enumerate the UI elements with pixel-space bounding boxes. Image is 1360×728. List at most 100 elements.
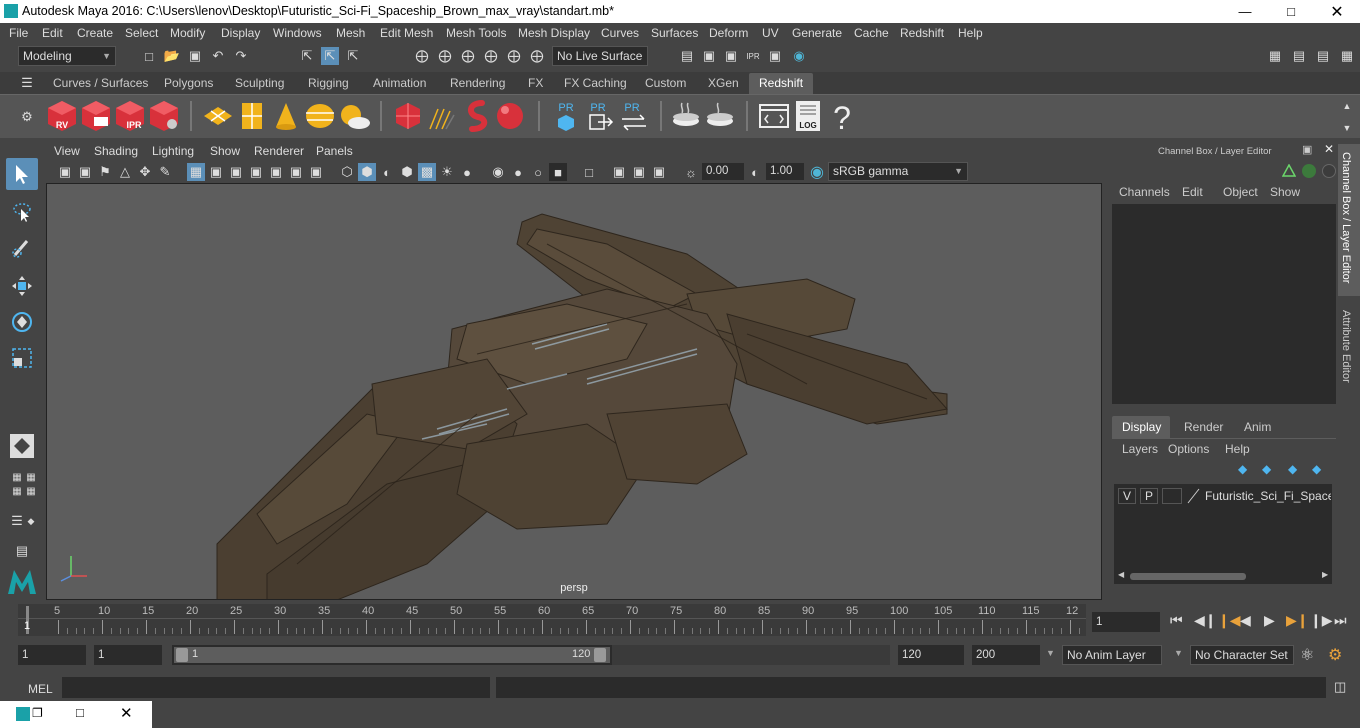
redshift-volume-icon[interactable] <box>460 99 492 133</box>
smooth-shade-icon[interactable]: ⬢ <box>358 163 376 181</box>
menu-deform[interactable]: Deform <box>709 26 748 40</box>
tab-anim[interactable]: Anim <box>1244 420 1271 434</box>
playback-end-field[interactable]: 120 <box>898 645 964 665</box>
tab-redshift[interactable]: Redshift <box>749 73 814 94</box>
float-panel-icon[interactable]: ▣ <box>1302 143 1312 156</box>
range-slider-fill[interactable] <box>174 647 610 663</box>
anim-layer-selector[interactable]: No Anim Layer <box>1062 645 1162 665</box>
move-tool-icon[interactable] <box>6 270 38 302</box>
panel-menu-panels[interactable]: Panels <box>316 144 353 158</box>
range-end-handle[interactable] <box>594 648 606 662</box>
menu-create[interactable]: Create <box>77 26 113 40</box>
safe-action-icon[interactable]: ▣ <box>287 163 305 181</box>
panel-menu-lighting[interactable]: Lighting <box>152 144 194 158</box>
redshift-ies-light-icon[interactable] <box>270 99 302 133</box>
default-material-icon[interactable]: ⬢ <box>398 163 416 181</box>
scroll-right-icon[interactable]: ▶ <box>1322 570 1328 579</box>
layout-collapse-icon[interactable]: ▤ <box>8 542 36 560</box>
select-tool-icon[interactable] <box>6 158 38 190</box>
maya-home-logo-icon[interactable] <box>6 568 38 596</box>
gamma-icon[interactable]: ◐ <box>746 163 764 181</box>
field-chart-icon[interactable]: ▣ <box>267 163 285 181</box>
wireframe-on-shaded-icon[interactable]: ◐ <box>378 163 396 181</box>
tab-animation[interactable]: Animation <box>373 76 426 90</box>
layer-visibility-toggle[interactable]: V <box>1118 488 1136 504</box>
film-gate-icon[interactable]: ▣ <box>207 163 225 181</box>
anti-aliasing-icon[interactable]: ○ <box>529 163 547 181</box>
mode-selector[interactable]: Modeling ▼ <box>18 46 116 66</box>
render-frame-icon[interactable]: ▣ <box>700 47 718 65</box>
channels-object-menu[interactable]: Object <box>1223 185 1258 199</box>
maximize-button[interactable]: □ <box>1268 0 1314 23</box>
camera-icon[interactable]: ▣ <box>56 163 74 181</box>
redshift-batch-render-icon[interactable] <box>80 99 112 133</box>
tab-curves-surfaces[interactable]: Curves / Surfaces <box>53 76 148 90</box>
ipr-render-icon[interactable]: IPR <box>744 47 762 65</box>
xray-joints-icon[interactable]: ▣ <box>650 163 668 181</box>
menu-mesh[interactable]: Mesh <box>336 26 365 40</box>
panel-menu-renderer[interactable]: Renderer <box>254 144 304 158</box>
gamma-field[interactable]: 1.00 <box>766 163 804 180</box>
redshift-portal-light-icon[interactable] <box>236 99 268 133</box>
menu-edit-mesh[interactable]: Edit Mesh <box>380 26 433 40</box>
side-tab-attribute-editor[interactable]: Attribute Editor <box>1340 310 1352 383</box>
menu-windows[interactable]: Windows <box>273 26 322 40</box>
snap-center-icon[interactable]: ⨁ <box>528 47 546 65</box>
tab-render[interactable]: Render <box>1184 420 1223 434</box>
channels-menu[interactable]: Channels <box>1119 185 1170 199</box>
new-layer-icon[interactable]: ◆ <box>1288 462 1297 476</box>
tab-display[interactable]: Display <box>1112 416 1170 438</box>
snap-surface-icon[interactable]: ⨁ <box>505 47 523 65</box>
depth-of-field-icon[interactable]: ■ <box>549 163 567 181</box>
layer-row[interactable]: V P Futuristic_Sci_Fi_Spaceship <box>1118 488 1332 506</box>
close-icon[interactable]: ✕ <box>120 704 133 722</box>
menu-display[interactable]: Display <box>221 26 260 40</box>
layer-help-menu[interactable]: Help <box>1225 442 1250 456</box>
toggle-sidebar-icon[interactable]: ▤ <box>1290 47 1308 65</box>
open-scene-icon[interactable]: 📂 <box>163 47 181 65</box>
show-manipulator-icon[interactable] <box>6 430 38 462</box>
close-panel-icon[interactable]: ✕ <box>1324 142 1334 156</box>
layer-options-menu[interactable]: Options <box>1168 442 1209 456</box>
resolution-gate-icon[interactable]: ▣ <box>227 163 245 181</box>
menu-surfaces[interactable]: Surfaces <box>651 26 698 40</box>
shelf-menu-icon[interactable]: ☰ <box>18 74 36 92</box>
layout-toggle-icon[interactable]: ◆ <box>22 508 40 534</box>
character-set-selector[interactable]: No Character Set <box>1190 645 1294 665</box>
new-layer-selected-icon[interactable]: ◆ <box>1312 462 1321 476</box>
redshift-material-icon[interactable] <box>670 99 702 133</box>
history-icon[interactable]: ▤ <box>678 47 696 65</box>
move-layer-down-icon[interactable]: ◆ <box>1262 462 1271 476</box>
animation-start-field[interactable]: 1 <box>18 645 86 665</box>
outliner-layout-icon[interactable]: ▦ <box>22 482 40 500</box>
save-scene-icon[interactable]: ▣ <box>186 47 204 65</box>
menu-help[interactable]: Help <box>958 26 983 40</box>
redshift-render-view-icon[interactable]: RV <box>46 99 78 133</box>
shadows-icon[interactable]: ● <box>458 163 476 181</box>
redshift-render-options-icon[interactable] <box>148 99 180 133</box>
redshift-script-editor-icon[interactable] <box>758 99 790 133</box>
maya-window-icon[interactable] <box>16 707 30 721</box>
menu-generate[interactable]: Generate <box>792 26 842 40</box>
xray-icon[interactable]: ▣ <box>610 163 628 181</box>
lasso-tool-icon[interactable] <box>6 196 38 228</box>
exposure-icon[interactable]: ☼ <box>682 163 700 181</box>
hypershade-icon[interactable]: ◉ <box>790 47 808 65</box>
step-forward-frame-icon[interactable]: ❙▶ <box>1310 612 1333 629</box>
image-plane-icon[interactable]: △ <box>116 163 134 181</box>
animation-preferences-icon[interactable]: ⚙ <box>1328 645 1342 665</box>
channel-list[interactable] <box>1112 204 1336 404</box>
chevron-down-icon[interactable]: ▼ <box>1046 648 1055 658</box>
move-layer-up-icon[interactable]: ◆ <box>1238 462 1247 476</box>
color-space-selector[interactable]: sRGB gamma ▼ <box>828 162 968 181</box>
redshift-sphere-icon[interactable] <box>494 99 526 133</box>
color-management-icon[interactable]: ◉ <box>808 163 826 181</box>
range-slider[interactable]: 1 120 <box>172 645 612 665</box>
tab-rendering[interactable]: Rendering <box>450 76 505 90</box>
paint-select-tool-icon[interactable] <box>6 232 38 264</box>
shelf-scroll-up-icon[interactable]: ▲ <box>1338 97 1356 115</box>
redshift-help-icon[interactable]: ? <box>826 99 858 136</box>
screen-space-ao-icon[interactable]: ◉ <box>489 163 507 181</box>
menu-mesh-tools[interactable]: Mesh Tools <box>446 26 506 40</box>
range-start-handle[interactable] <box>176 648 188 662</box>
